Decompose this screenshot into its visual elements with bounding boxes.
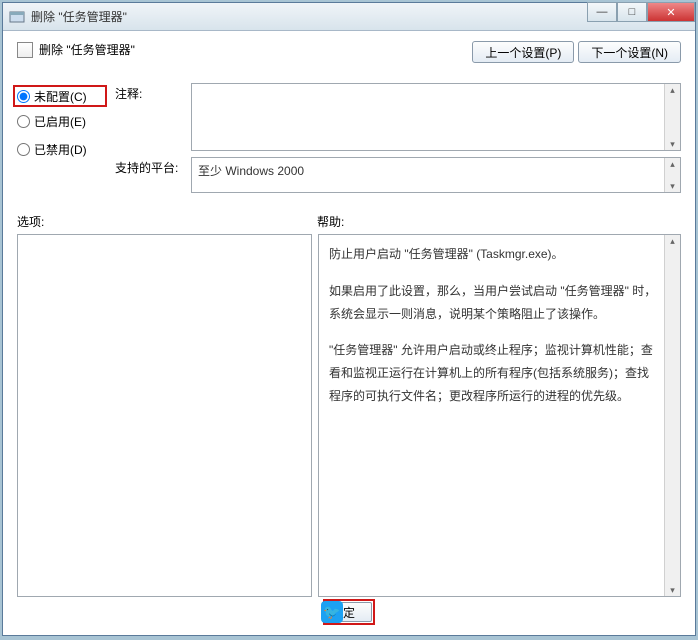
help-p3: "任务管理器" 允许用户启动或终止程序；监视计算机性能；查看和监视正运行在计算机… xyxy=(329,339,660,407)
header-row: 删除 "任务管理器" 上一个设置(P) 下一个设置(N) xyxy=(17,41,681,83)
platform-value: 至少 Windows 2000 xyxy=(192,158,680,183)
scrollbar[interactable]: ▴▾ xyxy=(664,84,680,150)
app-icon xyxy=(9,9,25,25)
section-labels: 选项: 帮助: xyxy=(17,213,681,230)
help-p1: 防止用户启动 "任务管理器" (Taskmgr.exe)。 xyxy=(329,243,660,266)
footer: 🐦 定 xyxy=(17,597,681,627)
help-label: 帮助: xyxy=(317,213,344,230)
radio-enabled-input[interactable] xyxy=(17,115,30,128)
comment-label: 注释: xyxy=(115,83,185,151)
radio-disabled-label: 已禁用(D) xyxy=(34,141,87,158)
document-icon xyxy=(17,42,33,58)
radio-disabled[interactable]: 已禁用(D) xyxy=(17,135,107,163)
comment-textbox[interactable]: ▴▾ xyxy=(191,83,681,151)
help-p2: 如果启用了此设置，那么，当用户尝试启动 "任务管理器" 时，系统会显示一则消息，… xyxy=(329,280,660,326)
scrollbar[interactable]: ▴▾ xyxy=(664,235,680,596)
platform-textbox: 至少 Windows 2000 ▴▾ xyxy=(191,157,681,193)
minimize-button[interactable]: — xyxy=(587,2,617,22)
bird-icon: 🐦 xyxy=(321,601,343,623)
help-panel: 防止用户启动 "任务管理器" (Taskmgr.exe)。 如果启用了此设置，那… xyxy=(318,234,681,597)
window-controls: — □ ✕ xyxy=(587,3,695,30)
scrollbar[interactable]: ▴▾ xyxy=(664,158,680,192)
window-title: 删除 "任务管理器" xyxy=(31,8,587,25)
comment-value xyxy=(192,84,680,92)
nav-buttons: 上一个设置(P) 下一个设置(N) xyxy=(472,41,681,63)
comment-line: 注释: ▴▾ xyxy=(115,83,681,151)
close-button[interactable]: ✕ xyxy=(647,2,695,22)
maximize-button[interactable]: □ xyxy=(617,2,647,22)
detail-column: 注释: ▴▾ 支持的平台: 至少 Windows 2000 ▴▾ xyxy=(115,83,681,199)
next-setting-button[interactable]: 下一个设置(N) xyxy=(578,41,681,63)
panels: 防止用户启动 "任务管理器" (Taskmgr.exe)。 如果启用了此设置，那… xyxy=(17,234,681,597)
radio-not-configured-label: 未配置(C) xyxy=(34,88,87,105)
radio-not-configured[interactable]: 未配置(C) xyxy=(13,85,107,107)
previous-setting-button[interactable]: 上一个设置(P) xyxy=(472,41,574,63)
options-panel xyxy=(17,234,312,597)
policy-header: 删除 "任务管理器" xyxy=(17,41,135,58)
config-row: 未配置(C) 已启用(E) 已禁用(D) 注释: ▴▾ xyxy=(17,83,681,199)
help-content: 防止用户启动 "任务管理器" (Taskmgr.exe)。 如果启用了此设置，那… xyxy=(319,235,680,430)
client-area: 删除 "任务管理器" 上一个设置(P) 下一个设置(N) 未配置(C) 已启用(… xyxy=(3,31,695,635)
radio-not-configured-input[interactable] xyxy=(17,90,30,103)
dialog-window: 删除 "任务管理器" — □ ✕ 删除 "任务管理器" 上一个设置(P) 下一个… xyxy=(2,2,696,636)
platform-line: 支持的平台: 至少 Windows 2000 ▴▾ xyxy=(115,157,681,193)
policy-name: 删除 "任务管理器" xyxy=(39,41,135,58)
options-label: 选项: xyxy=(17,213,317,230)
platform-label: 支持的平台: xyxy=(115,157,185,193)
radio-enabled-label: 已启用(E) xyxy=(34,113,86,130)
radio-enabled[interactable]: 已启用(E) xyxy=(17,107,107,135)
titlebar[interactable]: 删除 "任务管理器" — □ ✕ xyxy=(3,3,695,31)
radio-disabled-input[interactable] xyxy=(17,143,30,156)
state-radios: 未配置(C) 已启用(E) 已禁用(D) xyxy=(17,83,107,199)
